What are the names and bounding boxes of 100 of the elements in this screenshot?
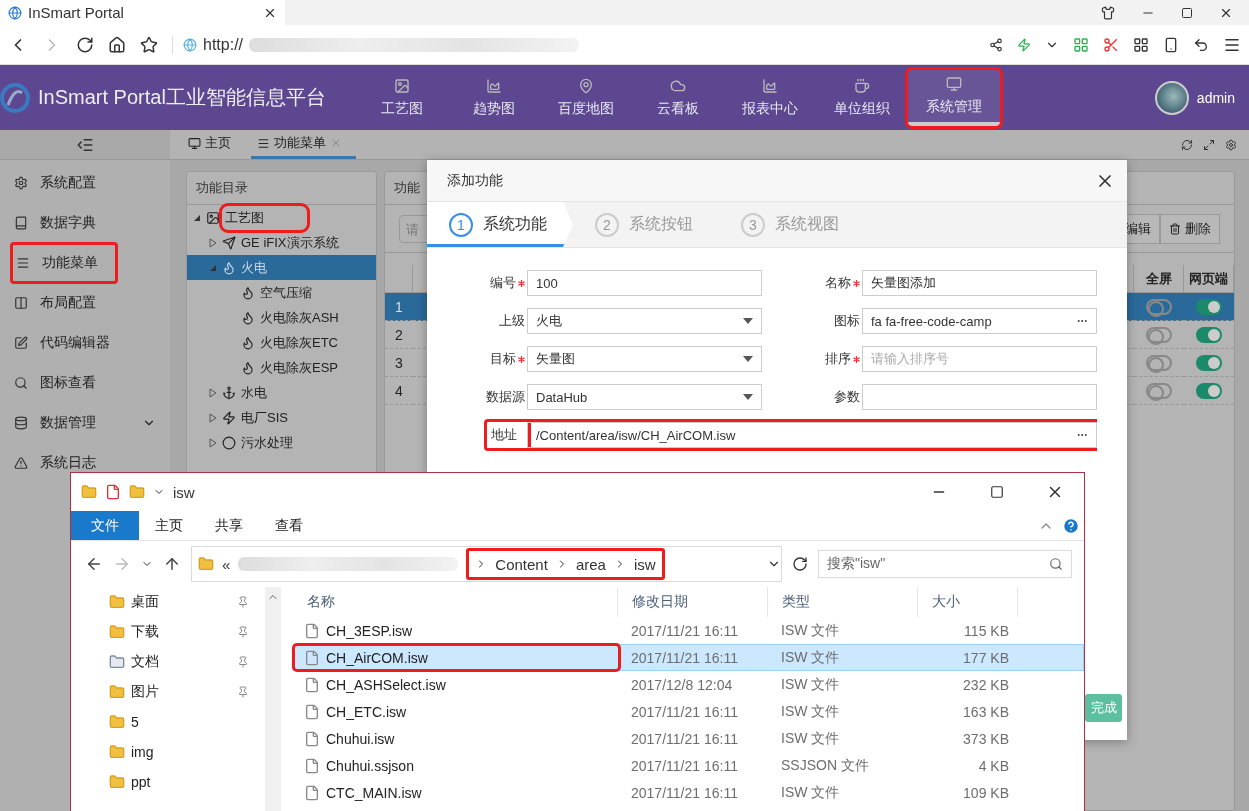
fullscreen-icon[interactable]: [1203, 138, 1215, 151]
navigation-item[interactable]: 5: [71, 707, 265, 737]
breadcrumb-item[interactable]: area: [575, 555, 606, 573]
sidebar-item[interactable]: 系统日志: [0, 454, 170, 472]
sidebar-item[interactable]: 代码编辑器: [0, 334, 170, 352]
page-tab[interactable]: 功能菜单: [251, 130, 356, 159]
pin-icon[interactable]: [237, 656, 249, 668]
input-field[interactable]: fa fa-free-code-camp: [862, 308, 1097, 334]
breadcrumb-item[interactable]: isw: [633, 555, 656, 573]
pin-icon[interactable]: [237, 686, 249, 698]
phone-icon[interactable]: [1163, 36, 1179, 53]
settings-icon[interactable]: [1225, 138, 1237, 151]
file-row[interactable]: CTC_MAIN.isw 2017/11/21 16:11 ISW 文件 109 KB: [293, 779, 1084, 806]
toggle-switch[interactable]: [1146, 354, 1172, 371]
reload-icon[interactable]: [76, 35, 94, 54]
tree-item[interactable]: 水电: [187, 380, 376, 405]
navigation-item[interactable]: 下载: [71, 617, 265, 647]
toggle-switch[interactable]: [1146, 382, 1172, 399]
collapsed-triangle-icon[interactable]: [209, 237, 217, 248]
browser-tab[interactable]: InSmart Portal: [0, 0, 285, 25]
nav-item[interactable]: 百度地图: [539, 69, 632, 126]
sidebar-item[interactable]: 布局配置: [0, 294, 170, 312]
pin-icon[interactable]: [237, 596, 249, 608]
delete-button[interactable]: 删除: [1160, 213, 1220, 244]
column-header[interactable]: 大小: [918, 587, 1018, 617]
maximize-icon[interactable]: [990, 485, 1004, 499]
sidebar-item[interactable]: 数据字典: [0, 214, 170, 232]
ribbon-tab[interactable]: 共享: [199, 511, 259, 540]
tree-item[interactable]: 工艺图: [187, 205, 376, 230]
collapsed-triangle-icon[interactable]: [209, 387, 217, 398]
tree-item[interactable]: 电厂SIS: [187, 405, 376, 430]
collapsed-triangle-icon[interactable]: [209, 437, 217, 448]
sidebar-item[interactable]: 功能菜单: [10, 242, 118, 284]
toggle-switch[interactable]: [1196, 382, 1222, 399]
file-row[interactable]: CH_ASHSelect.isw 2017/12/8 12:04 ISW 文件 232 KB: [293, 671, 1084, 698]
file-row[interactable]: CH_ETC.isw 2017/11/21 16:11 ISW 文件 163 KB: [293, 698, 1084, 725]
star-icon[interactable]: [140, 35, 158, 54]
nav-item[interactable]: 趋势图: [447, 69, 540, 126]
refresh-icon[interactable]: [1181, 138, 1193, 151]
input-field[interactable]: 100: [527, 270, 762, 296]
undo-icon[interactable]: [1193, 36, 1209, 53]
tree-item[interactable]: 火电除灰ASH: [187, 305, 376, 330]
user-name[interactable]: admin: [1196, 89, 1235, 106]
sidebar-item[interactable]: 系统配置: [0, 174, 170, 192]
collapsed-triangle-icon[interactable]: [209, 412, 217, 423]
ribbon-tab[interactable]: 查看: [259, 511, 319, 540]
file-row[interactable]: CH_3ESP.isw 2017/11/21 16:11 ISW 文件 115 KB: [293, 617, 1084, 644]
sidebar-item[interactable]: 数据管理: [0, 414, 170, 432]
avatar[interactable]: [1154, 80, 1189, 115]
sidebar-item[interactable]: 图标查看: [0, 374, 170, 392]
select-field[interactable]: 矢量图: [527, 346, 762, 372]
input-field[interactable]: /Content/area/isw/CH_AirCOM.isw: [527, 422, 1097, 448]
scissors-icon[interactable]: [1103, 36, 1119, 53]
navigation-item[interactable]: img: [71, 737, 265, 767]
address-field[interactable]: « Content area isw: [191, 546, 782, 582]
toggle-switch[interactable]: [1196, 354, 1222, 371]
refresh-icon[interactable]: [792, 556, 808, 572]
toggle-switch[interactable]: [1146, 326, 1172, 343]
nav-item[interactable]: 工艺图: [355, 69, 448, 126]
input-field[interactable]: 矢量图添加: [862, 270, 1097, 296]
breadcrumb-item[interactable]: Content: [495, 555, 548, 573]
row-number[interactable]: 1: [385, 293, 413, 321]
tree-item[interactable]: 火电除灰ETC: [187, 330, 376, 355]
navigation-item[interactable]: 图片: [71, 677, 265, 707]
toggle-switch[interactable]: [1196, 326, 1222, 343]
toggle-switch[interactable]: [1196, 298, 1222, 315]
properties-icon[interactable]: [105, 484, 121, 500]
column-header[interactable]: 名称: [293, 587, 618, 617]
tree-item[interactable]: 空气压缩: [187, 280, 376, 305]
up-icon[interactable]: [163, 555, 181, 573]
pin-icon[interactable]: [237, 626, 249, 638]
folder-icon[interactable]: [129, 484, 145, 500]
scrollbar[interactable]: [265, 587, 281, 811]
maximize-icon[interactable]: [1181, 6, 1193, 19]
file-row[interactable]: CH_AirCOM.isw 2017/11/21 16:11 ISW 文件 177 KB: [293, 644, 1084, 671]
column-header[interactable]: 修改日期: [618, 587, 768, 617]
row-number[interactable]: 4: [385, 377, 413, 405]
tree-item[interactable]: 污水处理: [187, 430, 376, 455]
ribbon-tab[interactable]: 文件: [71, 511, 139, 540]
home-icon[interactable]: [108, 35, 126, 54]
nav-item[interactable]: 报表中心: [723, 69, 816, 126]
navigation-item[interactable]: 桌面: [71, 587, 265, 617]
search-field[interactable]: 搜索"isw": [818, 550, 1072, 578]
input-field[interactable]: [862, 384, 1097, 410]
nav-item[interactable]: 云看板: [631, 69, 724, 126]
ribbon-tab[interactable]: 主页: [139, 511, 199, 540]
help-icon[interactable]: [1062, 516, 1080, 535]
grid-icon[interactable]: [1133, 36, 1149, 53]
tree-item[interactable]: GE iFIX演示系统: [187, 230, 376, 255]
tree-item[interactable]: 火电除灰ESP: [187, 355, 376, 380]
select-field[interactable]: 火电: [527, 308, 762, 334]
wizard-step[interactable]: 1 系统功能: [427, 202, 573, 247]
navigation-item[interactable]: ppt: [71, 767, 265, 797]
back-icon[interactable]: [85, 555, 103, 573]
select-field[interactable]: DataHub: [527, 384, 762, 410]
file-row[interactable]: Chuhui.isw 2017/11/21 16:11 ISW 文件 373 KB: [293, 725, 1084, 752]
page-tab[interactable]: 主页: [182, 130, 245, 159]
navigation-item[interactable]: 文档: [71, 647, 265, 677]
share-icon[interactable]: [989, 37, 1003, 52]
row-number[interactable]: 2: [385, 321, 413, 349]
